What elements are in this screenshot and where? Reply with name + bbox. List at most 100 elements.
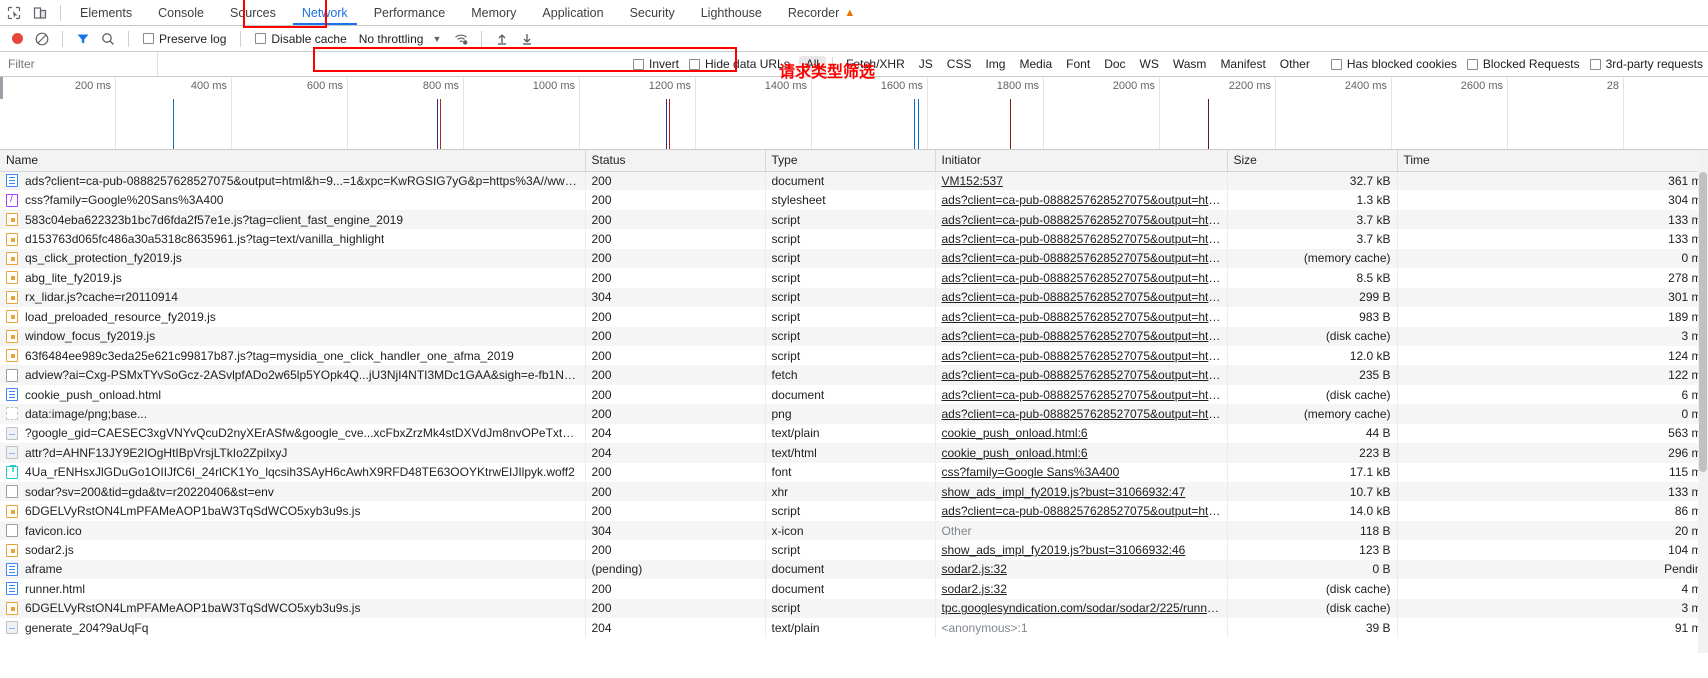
cell-name[interactable]: css?family=Google%20Sans%3A400 [0,190,586,210]
network-conditions-icon[interactable] [450,29,472,49]
table-row[interactable]: ?google_gid=CAESEC3xgVNYvQcuD2nyXErASfw&… [0,423,1708,444]
type-filter-js[interactable]: JS [912,56,940,72]
initiator-link[interactable]: sodar2.js:32 [942,582,1007,596]
table-row[interactable]: cookie_push_onload.html 200 document ads?cl… [0,384,1708,405]
cell-name[interactable]: 6DGELVyRstON4LmPFAMeAOP1baW3TqSdWCO5xyb3… [0,501,586,521]
initiator-link[interactable]: show_ads_impl_fy2019.js?bust=31066932:46 [942,543,1186,557]
tab-performance[interactable]: Performance [361,0,459,25]
table-row[interactable]: 63f6484ee989c3eda25e621c99817b87.js?tag=… [0,345,1708,366]
cell-initiator[interactable]: css?family=Google Sans%3A400 [935,462,1228,482]
cell-initiator[interactable]: ads?client=ca-pub-0888257628527075&outpu… [935,365,1228,385]
initiator-link[interactable]: ads?client=ca-pub-0888257628527075&outpu… [942,213,1227,227]
network-overview-timeline[interactable]: 200 ms 400 ms 600 ms 800 ms 1000 ms 1200… [0,77,1708,150]
invert-checkbox[interactable]: Invert [628,57,684,71]
cell-name[interactable]: d153763d065fc486a30a5318c8635961.js?tag=… [0,229,586,249]
table-row[interactable]: generate_204?9aUqFq 204 text/plain <anonymo… [0,618,1708,638]
cell-initiator[interactable]: ads?client=ca-pub-0888257628527075&outpu… [935,190,1228,210]
requests-table-container[interactable]: Name Status Type Initiator Size Time ads… [0,150,1708,653]
table-row[interactable]: load_preloaded_resource_fy2019.js 200 scri… [0,307,1708,327]
table-row[interactable]: adview?ai=Cxg-PSMxTYvSoGcz-2ASvlpfADo2w6… [0,365,1708,385]
tab-console[interactable]: Console [145,0,217,25]
tab-application[interactable]: Application [529,0,616,25]
preserve-log-checkbox[interactable]: Preserve log [138,32,231,46]
cell-name[interactable]: sodar2.js [0,540,586,560]
initiator-link[interactable]: ads?client=ca-pub-0888257628527075&outpu… [942,310,1227,324]
table-row[interactable]: favicon.ico 304 x-icon Other 118 B 20 m [0,520,1708,541]
cell-initiator[interactable]: ads?client=ca-pub-0888257628527075&outpu… [935,209,1228,230]
column-header-size[interactable]: Size [1227,150,1398,172]
initiator-link[interactable]: ads?client=ca-pub-0888257628527075&outpu… [942,388,1227,402]
type-filter-wasm[interactable]: Wasm [1166,56,1214,72]
table-row[interactable]: aframe (pending) document sodar2.js:32 0 B Pe… [0,559,1708,580]
cell-name[interactable]: generate_204?9aUqFq [0,618,586,638]
cell-name[interactable]: 63f6484ee989c3eda25e621c99817b87.js?tag=… [0,345,586,366]
type-filter-ws[interactable]: WS [1133,56,1166,72]
cell-initiator[interactable]: sodar2.js:32 [935,579,1228,599]
tab-security[interactable]: Security [617,0,688,25]
column-header-type[interactable]: Type [765,150,936,172]
cell-initiator[interactable]: ads?client=ca-pub-0888257628527075&outpu… [935,404,1228,424]
cell-initiator[interactable]: ads?client=ca-pub-0888257628527075&outpu… [935,248,1228,269]
table-row[interactable]: 6DGELVyRstON4LmPFAMeAOP1baW3TqSdWCO5xyb3… [0,598,1708,619]
filter-button[interactable] [72,29,94,49]
cell-initiator[interactable]: ads?client=ca-pub-0888257628527075&outpu… [935,326,1228,346]
table-row[interactable]: attr?d=AHNF13JY9E2IOgHtIBpVrsjLTkIo2ZpiI… [0,443,1708,463]
cell-name[interactable]: attr?d=AHNF13JY9E2IOgHtIBpVrsjLTkIo2ZpiI… [0,443,586,463]
cell-name[interactable]: rx_lidar.js?cache=r20110914 [0,287,586,308]
table-row[interactable]: window_focus_fy2019.js 200 script ads?clien… [0,326,1708,346]
tab-sources[interactable]: Sources [217,0,289,25]
initiator-link[interactable]: tpc.googlesyndication.com/sodar/sodar2/2… [942,601,1227,615]
cell-name[interactable]: ?google_gid=CAESEC3xgVNYvQcuD2nyXErASfw&… [0,423,586,444]
vertical-scrollbar[interactable] [1698,150,1708,653]
cell-name[interactable]: abg_lite_fy2019.js [0,268,586,288]
cell-name[interactable]: qs_click_protection_fy2019.js [0,248,586,269]
table-row[interactable]: runner.html 200 document sodar2.js:32 (disk … [0,579,1708,599]
table-row[interactable]: 6DGELVyRstON4LmPFAMeAOP1baW3TqSdWCO5xyb3… [0,501,1708,521]
cell-name[interactable]: ads?client=ca-pub-0888257628527075&outpu… [0,171,586,191]
cell-name[interactable]: adview?ai=Cxg-PSMxTYvSoGcz-2ASvlpfADo2w6… [0,365,586,385]
cell-initiator[interactable]: sodar2.js:32 [935,559,1228,580]
table-row[interactable]: abg_lite_fy2019.js 200 script ads?client=ca… [0,268,1708,288]
type-filter-media[interactable]: Media [1012,56,1059,72]
type-filter-doc[interactable]: Doc [1097,56,1132,72]
cell-initiator[interactable]: VM152:537 [935,171,1228,191]
table-row[interactable]: data:image/png;base... 200 png ads?client=c… [0,404,1708,424]
cell-initiator[interactable]: ads?client=ca-pub-0888257628527075&outpu… [935,501,1228,521]
initiator-link[interactable]: ads?client=ca-pub-0888257628527075&outpu… [942,329,1227,343]
initiator-link[interactable]: VM152:537 [942,174,1003,188]
device-toolbar-icon[interactable] [30,3,50,23]
tab-memory[interactable]: Memory [458,0,529,25]
export-har-icon[interactable] [516,29,538,49]
cell-initiator[interactable]: ads?client=ca-pub-0888257628527075&outpu… [935,384,1228,405]
table-row[interactable]: sodar?sv=200&tid=gda&tv=r20220406&st=env… [0,482,1708,502]
cell-initiator[interactable]: show_ads_impl_fy2019.js?bust=31066932:46 [935,540,1228,560]
initiator-link[interactable]: ads?client=ca-pub-0888257628527075&outpu… [942,193,1227,207]
cell-initiator[interactable]: ads?client=ca-pub-0888257628527075&outpu… [935,345,1228,366]
type-filter-other[interactable]: Other [1273,56,1317,72]
cell-name[interactable]: sodar?sv=200&tid=gda&tv=r20220406&st=env [0,482,586,502]
type-filter-manifest[interactable]: Manifest [1213,56,1272,72]
initiator-link[interactable]: ads?client=ca-pub-0888257628527075&outpu… [942,368,1227,382]
cell-name[interactable]: data:image/png;base... [0,404,586,424]
record-button[interactable] [6,29,28,49]
table-row[interactable]: sodar2.js 200 script show_ads_impl_fy2019.j… [0,540,1708,560]
tab-lighthouse[interactable]: Lighthouse [688,0,775,25]
initiator-link[interactable]: css?family=Google Sans%3A400 [942,465,1120,479]
initiator-link[interactable]: cookie_push_onload.html:6 [942,426,1088,440]
cell-name[interactable]: cookie_push_onload.html [0,384,586,405]
cell-initiator[interactable]: ads?client=ca-pub-0888257628527075&outpu… [935,229,1228,249]
cell-initiator[interactable]: ads?client=ca-pub-0888257628527075&outpu… [935,268,1228,288]
scrollbar-thumb[interactable] [1699,172,1707,472]
cell-name[interactable]: favicon.ico [0,520,586,541]
column-header-name[interactable]: Name [0,150,586,172]
initiator-link[interactable]: ads?client=ca-pub-0888257628527075&outpu… [942,349,1227,363]
table-row[interactable]: 4Ua_rENHsxJlGDuGo1OIIJfC6I_24rlCK1Yo_lqc… [0,462,1708,482]
initiator-link[interactable]: ads?client=ca-pub-0888257628527075&outpu… [942,290,1227,304]
initiator-link[interactable]: ads?client=ca-pub-0888257628527075&outpu… [942,407,1227,421]
cell-name[interactable]: 4Ua_rENHsxJlGDuGo1OIIJfC6I_24rlCK1Yo_lqc… [0,462,586,482]
table-row[interactable]: 583c04eba622323b1bc7d6fda2f57e1e.js?tag=… [0,209,1708,230]
search-button[interactable] [97,29,119,49]
initiator-link[interactable]: ads?client=ca-pub-0888257628527075&outpu… [942,232,1227,246]
chevron-down-icon[interactable]: ▼ [426,34,447,44]
cell-name[interactable]: aframe [0,559,586,580]
